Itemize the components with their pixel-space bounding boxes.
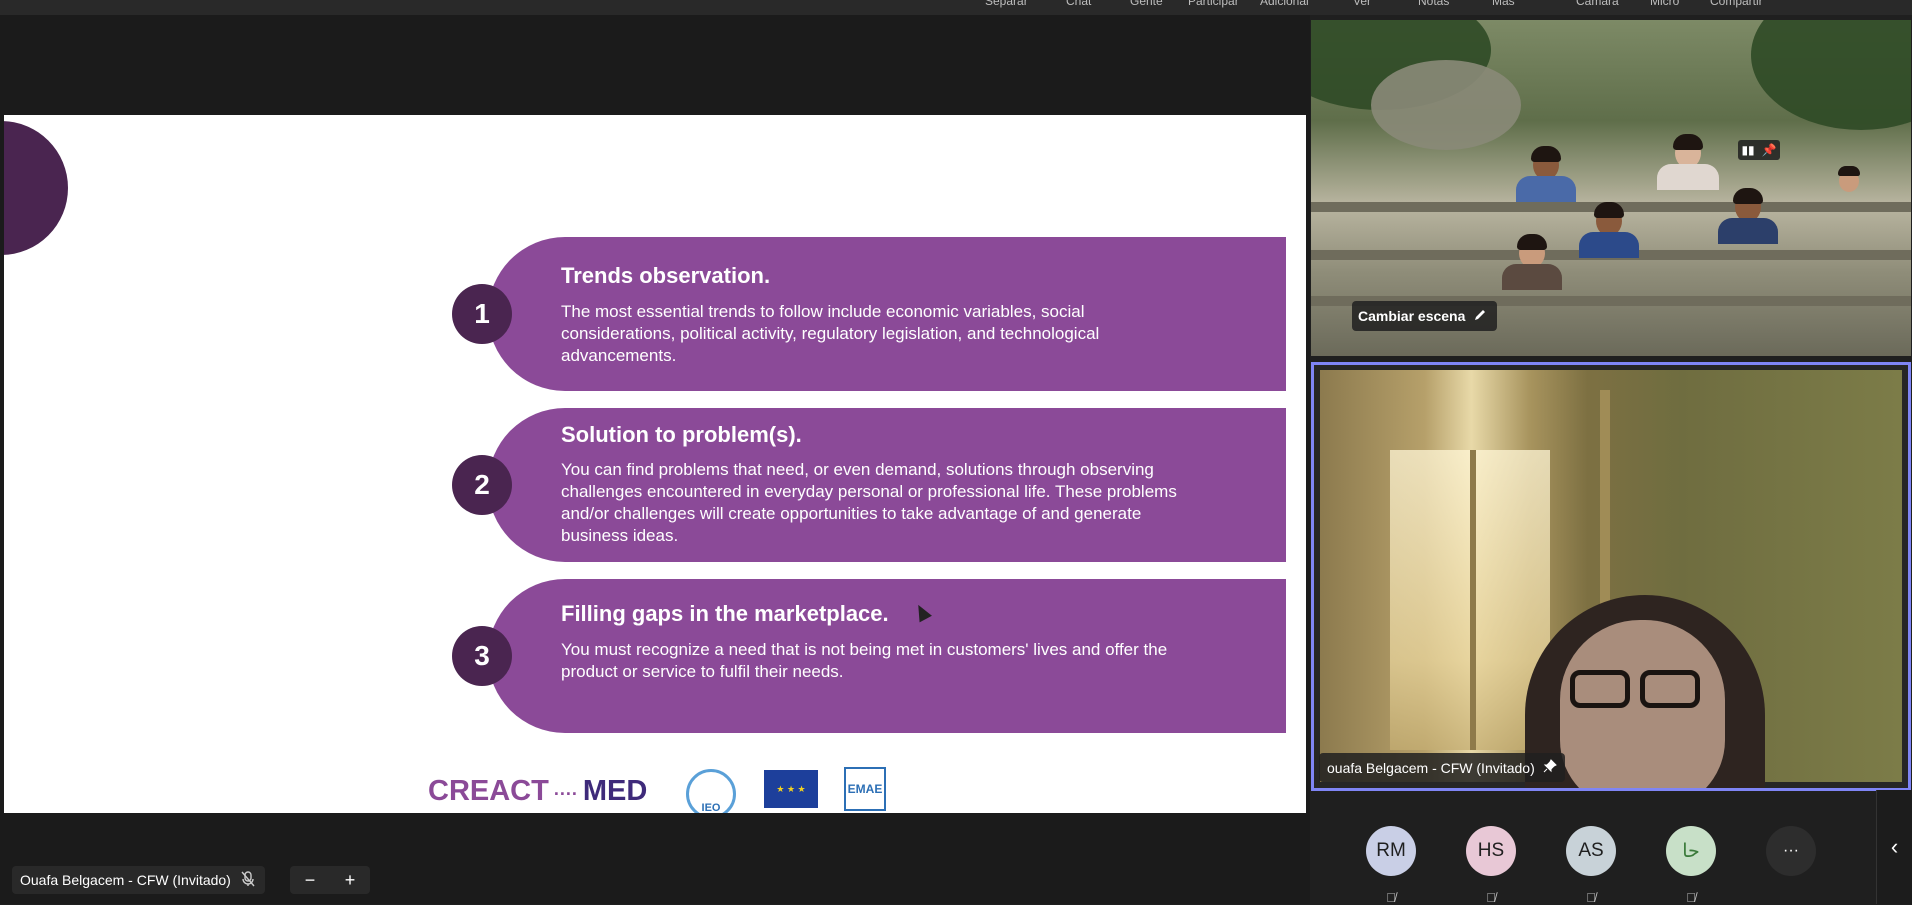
presenter-name: Ouafa Belgacem - CFW (Invitado) bbox=[20, 872, 231, 888]
speaker-video-feed bbox=[1320, 370, 1902, 788]
slide-row-title: Filling gaps in the marketplace. bbox=[561, 601, 889, 626]
video-window-frame bbox=[1470, 450, 1476, 750]
participant-avatar-slot[interactable]: HS 🎙̸ bbox=[1466, 826, 1516, 905]
slide-row-1: 1 Trends observation. The most essential… bbox=[452, 237, 1286, 391]
mic-off-icon: 🎙̸ bbox=[1386, 890, 1396, 905]
slide-row-body: You can find problems that need, or even… bbox=[561, 460, 1177, 545]
video-person-glasses bbox=[1570, 670, 1630, 708]
menu-item-participar[interactable]: Participar bbox=[1188, 0, 1239, 8]
speaker-name-label: ouafa Belgacem - CFW (Invitado) bbox=[1319, 753, 1565, 782]
scene-participant bbox=[1516, 146, 1576, 202]
slide-row-2: 2 Solution to problem(s). You can find p… bbox=[452, 408, 1286, 562]
scene-participant bbox=[1579, 202, 1639, 258]
menu-item-camara[interactable]: Cámara bbox=[1576, 0, 1619, 8]
slide-row-number: 2 bbox=[452, 455, 512, 515]
creact-med-logo: CREACT ···· MED bbox=[428, 775, 648, 807]
slide-row-title: Trends observation. bbox=[561, 263, 771, 288]
scene-tile-icons: ▮▮ 📌 bbox=[1738, 140, 1780, 160]
avatar[interactable]: RM bbox=[1366, 826, 1416, 876]
mic-off-icon: 🎙̸ bbox=[1586, 890, 1596, 905]
menu-item-ver[interactable]: Ver bbox=[1353, 0, 1371, 8]
participant-avatar-slot[interactable]: RM 🎙̸ bbox=[1366, 826, 1416, 905]
chevron-left-icon[interactable]: ‹ bbox=[1876, 790, 1912, 904]
top-toolbar: Separar Chat Gente Participar Adicional … bbox=[0, 0, 1912, 15]
scene-participant bbox=[1828, 166, 1870, 202]
slide-row-number: 1 bbox=[452, 284, 512, 344]
slide-row-number: 3 bbox=[452, 626, 512, 686]
avatar[interactable]: AS bbox=[1566, 826, 1616, 876]
speaker-name: ouafa Belgacem - CFW (Invitado) bbox=[1327, 759, 1535, 776]
menu-item-mas[interactable]: Más bbox=[1492, 0, 1515, 8]
slide-row-3: 3 Filling gaps in the marketplace. You m… bbox=[452, 579, 1286, 733]
zoom-in-button[interactable]: + bbox=[345, 870, 356, 891]
mic-off-icon: 🎙̸ bbox=[1486, 890, 1496, 905]
menu-item-compartir[interactable]: Compartir bbox=[1710, 0, 1763, 8]
slide-logos: CREACT ···· MED IEO ★ ★ ★ EMAE bbox=[428, 765, 928, 813]
zoom-out-button[interactable]: − bbox=[305, 870, 316, 891]
participant-roster: RM 🎙̸ HS 🎙̸ AS 🎙̸ حا 🎙̸ bbox=[1311, 796, 1912, 905]
mic-off-icon bbox=[241, 870, 255, 890]
change-scene-label: Cambiar escena bbox=[1358, 308, 1466, 324]
mic-off-icon: 🎙̸ bbox=[1686, 890, 1696, 905]
slide-row-body: You must recognize a need that is not be… bbox=[561, 640, 1168, 681]
eu-flag-logo: ★ ★ ★ bbox=[764, 770, 818, 808]
zoom-controls: − + bbox=[290, 866, 370, 894]
pin-icon[interactable]: 📌 bbox=[1762, 143, 1777, 157]
avatar[interactable]: HS bbox=[1466, 826, 1516, 876]
active-speaker-video[interactable] bbox=[1311, 362, 1911, 791]
scene-participant bbox=[1718, 188, 1778, 250]
slide-row-body: The most essential trends to follow incl… bbox=[561, 302, 1100, 365]
slide-row-title: Solution to problem(s). bbox=[561, 422, 802, 447]
scene-participant bbox=[1657, 134, 1719, 202]
menu-item-separar[interactable]: Separar bbox=[985, 0, 1028, 8]
presentation-slide: 1 Trends observation. The most essential… bbox=[4, 115, 1306, 813]
menu-item-notas[interactable]: Notas bbox=[1418, 0, 1449, 8]
pin-icon[interactable] bbox=[1543, 759, 1557, 776]
more-participants-button[interactable]: ··· bbox=[1766, 826, 1816, 876]
presenter-name-pill: Ouafa Belgacem - CFW (Invitado) bbox=[12, 866, 265, 894]
ieo-logo: IEO bbox=[686, 769, 736, 813]
change-scene-button[interactable]: Cambiar escena bbox=[1352, 301, 1498, 331]
avatar[interactable]: حا bbox=[1666, 826, 1716, 876]
menu-item-chat[interactable]: Chat bbox=[1066, 0, 1091, 8]
slide-decor-circle bbox=[4, 121, 68, 255]
audio-level-icon: ▮▮ bbox=[1741, 143, 1755, 157]
participant-avatar-slot[interactable]: AS 🎙̸ bbox=[1566, 826, 1616, 905]
menu-item-adicional[interactable]: Adicional bbox=[1260, 0, 1309, 8]
menu-item-gente[interactable]: Gente bbox=[1130, 0, 1163, 8]
scene-participant bbox=[1502, 234, 1562, 296]
participant-avatar-slot[interactable]: حا 🎙̸ bbox=[1666, 826, 1716, 905]
menu-item-micro[interactable]: Micro bbox=[1650, 0, 1679, 8]
scene-rock bbox=[1371, 60, 1521, 150]
video-person-glasses bbox=[1640, 670, 1700, 708]
emae-logo: EMAE bbox=[844, 767, 886, 811]
pencil-icon bbox=[1473, 308, 1487, 325]
